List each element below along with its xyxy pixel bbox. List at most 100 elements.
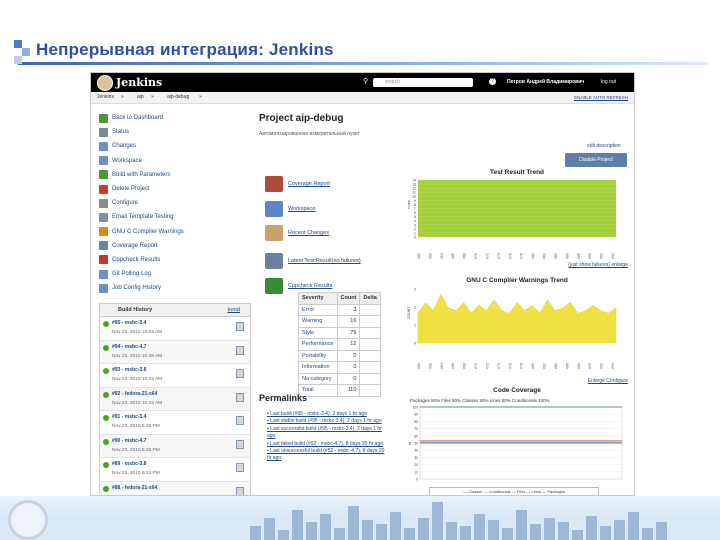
x-tick-label: #90 (588, 253, 592, 259)
table-cell[interactable]: No category (298, 372, 338, 385)
project-link-label[interactable]: Workspace (288, 206, 315, 212)
sidebar-item[interactable]: Status (99, 125, 249, 139)
table-cell[interactable]: Performance (298, 338, 338, 351)
console-icon[interactable] (236, 439, 244, 449)
build-link[interactable]: #90 - msbc-4.7 (112, 438, 146, 444)
breadcrumb-jenkins[interactable]: Jenkins (97, 92, 114, 103)
logout-link[interactable]: log out (601, 79, 616, 85)
sidebar-item[interactable]: Build with Parameters (99, 168, 249, 182)
help-icon[interactable]: ? (489, 78, 496, 85)
breadcrumb-aip[interactable]: aip (137, 92, 144, 103)
wrench-icon (99, 198, 108, 208)
warnings-trend-links[interactable]: Enlarge Configure (588, 378, 628, 384)
search-icon (99, 127, 108, 137)
console-icon[interactable] (236, 392, 244, 402)
sidebar-item-label: Email Template Testing (112, 214, 174, 221)
city-skyline-image (250, 500, 670, 540)
console-icon[interactable] (236, 322, 244, 331)
console-icon[interactable] (236, 416, 244, 425)
project-link[interactable]: Latest Test Result (no failures) (265, 253, 361, 269)
sidebar-item-label: Configure (112, 200, 139, 207)
sidebar-item[interactable]: Workspace (99, 154, 249, 168)
x-tick-label: #76 (508, 363, 512, 369)
breadcrumb-separator: » (151, 94, 154, 100)
project-link-label[interactable]: Latest Test Result (288, 258, 332, 264)
permalink-item[interactable]: ▪ Last stable build (#95 - msbc-3.4), 2 … (267, 418, 387, 425)
console-icon[interactable] (236, 369, 244, 378)
breadcrumb-aip-debug[interactable]: aip-debug (167, 92, 189, 103)
title-decoration (14, 56, 22, 64)
project-link[interactable]: Recent Changes (265, 225, 329, 241)
console-icon[interactable] (236, 345, 244, 355)
console-icon[interactable] (236, 463, 244, 472)
warnings-trend-plot: 0 1 2 3 COUNT #60 #62 #64 #66 #68 #70 #72 #74 #76 #78 #… (407, 288, 617, 369)
building-shape (474, 514, 485, 540)
sidebar-item[interactable]: Delete Project (99, 182, 249, 196)
building-shape (432, 502, 443, 540)
sidebar-item[interactable]: Coverage Report (99, 239, 249, 253)
tick-label: 6 (414, 211, 416, 215)
building-shape (404, 528, 415, 540)
trend-link[interactable]: trend (227, 304, 240, 316)
jenkins-logo-text[interactable]: Jenkins (116, 76, 162, 89)
tick-label: 10 (412, 195, 416, 199)
sidebar-item[interactable]: Changes (99, 139, 249, 153)
sidebar-item[interactable]: GNU C Compiler Warnings (99, 225, 249, 239)
x-tick-label: #78 (520, 363, 524, 369)
building-shape (306, 522, 317, 540)
table-cell[interactable]: Error (298, 303, 338, 316)
project-link-label[interactable]: Coverage Report (288, 181, 330, 187)
table-cell: 12 (336, 338, 361, 351)
sidebar-item[interactable]: Email Template Testing (99, 210, 249, 224)
x-tick-label: #66 (451, 253, 455, 259)
permalink-item[interactable]: ▪ Last failed build (#52 - msbc-4.7), 8 … (267, 441, 387, 448)
tick-label: 100 (412, 406, 418, 410)
permalink-item[interactable]: ▪ Last unsuccessful build (#52 - msbc-4.… (267, 448, 387, 463)
sidebar-item[interactable]: Job Config History (99, 281, 249, 295)
build-link[interactable]: #92 - fedora-21-x64 (112, 391, 157, 397)
x-tick-label: #74 (497, 363, 501, 369)
permalink-item[interactable]: ▪ Last build (#95 - msbc-3.4), 2 days 1 … (267, 411, 387, 418)
table-header-row: Severity Count Delta (298, 292, 381, 305)
build-link[interactable]: #94 - msbc-4.7 (112, 344, 146, 350)
disable-project-button[interactable]: Disable Project (565, 153, 627, 167)
project-link[interactable]: Coverage Report (265, 176, 330, 192)
project-link-label[interactable]: Recent Changes (288, 230, 329, 236)
success-ball-icon (103, 485, 109, 492)
sidebar-item-label: Delete Project (112, 186, 150, 193)
build-link[interactable]: #95 - msbc-3.4 (112, 320, 146, 326)
test-trend-links[interactable]: (just show failures) enlarge (568, 262, 628, 268)
sidebar-item-label: Status (112, 129, 130, 136)
sidebar: Back to Dashboard Status Changes Workspace B… (99, 111, 249, 295)
console-icon[interactable] (236, 486, 244, 495)
tick-label: 11 (412, 191, 416, 195)
table-cell[interactable]: Information (298, 361, 338, 374)
project-link-label[interactable]: Cppcheck Results (288, 283, 332, 289)
tick-label: 4 (414, 219, 416, 223)
jenkins-topbar: Jenkins ⚲ search ? Петров Андрей Владими… (91, 73, 634, 92)
search-input[interactable]: search (373, 78, 473, 87)
build-link[interactable]: #93 - msbc-3.8 (112, 367, 146, 373)
edit-description-link[interactable]: edit description (587, 143, 621, 149)
user-name[interactable]: Петров Андрей Владимирович (507, 79, 584, 85)
success-ball-icon (103, 462, 109, 468)
build-row: #92 - fedora-21-x64 Nov 23, 2010 10:43 AM (100, 387, 250, 411)
sidebar-item[interactable]: Configure (99, 196, 249, 210)
tick-label: 9 (414, 199, 416, 203)
sidebar-item[interactable]: Git Polling Log (99, 267, 249, 281)
sidebar-item[interactable]: Cppcheck Results (99, 253, 249, 267)
table-cell[interactable]: Warning (298, 315, 338, 328)
warning-icon (99, 227, 108, 237)
sidebar-item[interactable]: Back to Dashboard (99, 111, 249, 125)
jenkins-logo-icon[interactable] (97, 75, 113, 91)
table-cell[interactable]: Portability (298, 349, 338, 362)
project-link[interactable]: Workspace (265, 201, 315, 217)
auto-refresh-link[interactable]: ENABLE AUTO REFRESH (574, 92, 628, 103)
permalink-item[interactable]: ▪ Last successful build (#95 - msbc-3.4)… (267, 426, 387, 441)
build-link[interactable]: #88 - fedora-21-x64 (112, 485, 157, 491)
table-cell[interactable]: Style (298, 326, 338, 339)
y-axis-label: % (408, 442, 412, 445)
build-date: Nov 23, 2010 10:43 AM (112, 400, 163, 406)
build-link[interactable]: #91 - msbc-3.4 (112, 414, 146, 420)
build-link[interactable]: #89 - msbc-3.8 (112, 461, 146, 467)
